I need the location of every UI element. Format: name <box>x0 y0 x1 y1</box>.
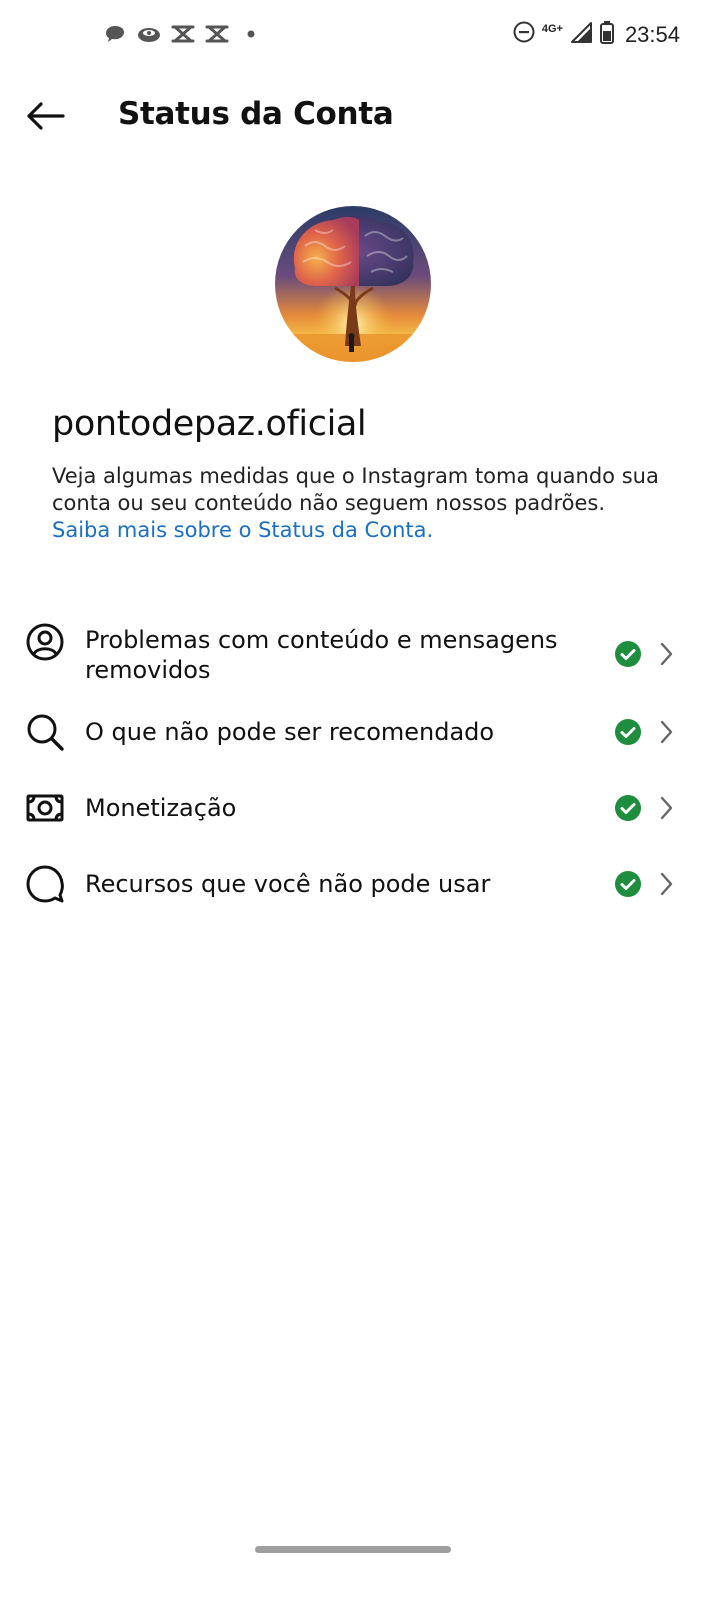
app-bar: Status da Conta <box>0 80 720 152</box>
username: pontodepaz.oficial <box>52 404 367 444</box>
arrow-left-icon <box>27 102 65 130</box>
profile-avatar <box>275 206 431 362</box>
check-circle-icon <box>615 871 641 897</box>
battery-icon <box>599 20 615 49</box>
chevron-right-icon <box>660 642 673 666</box>
dot-icon <box>239 22 263 46</box>
status-item-label: Monetização <box>85 794 237 822</box>
do-not-disturb-icon <box>512 20 536 49</box>
page-title: Status da Conta <box>118 96 394 132</box>
capcut-icon <box>171 22 195 46</box>
chevron-right-icon <box>660 796 673 820</box>
back-button[interactable] <box>22 96 68 136</box>
account-status-description: Veja algumas medidas que o Instagram tom… <box>52 463 672 544</box>
home-indicator[interactable] <box>255 1546 451 1553</box>
learn-more-link[interactable]: Saiba mais sobre o Status da Conta. <box>52 517 672 544</box>
check-circle-icon <box>615 719 641 745</box>
check-circle-icon <box>615 795 641 821</box>
chat-bubble-icon <box>103 22 127 46</box>
chevron-right-icon <box>660 720 673 744</box>
chevron-right-icon <box>660 872 673 896</box>
speech-bubble-icon <box>24 863 66 905</box>
user-circle-icon <box>24 621 66 663</box>
status-item-removed-content[interactable]: Problemas com conteúdo e mensagens remov… <box>0 612 720 684</box>
notification-icons <box>103 22 263 46</box>
eye-cloud-icon <box>137 22 161 46</box>
status-item-features[interactable]: Recursos que você não pode usar <box>0 852 720 916</box>
status-item-monetization[interactable]: Monetização <box>0 776 720 840</box>
network-type: 4G+ <box>541 22 563 35</box>
search-icon <box>24 711 66 753</box>
status-item-not-recommended[interactable]: O que não pode ser recomendado <box>0 700 720 764</box>
description-text: Veja algumas medidas que o Instagram tom… <box>52 464 659 515</box>
status-item-label: O que não pode ser recomendado <box>85 718 495 746</box>
system-indicators: 4G+ 23:54 <box>512 20 680 49</box>
status-item-label: Problemas com conteúdo e mensagens remov… <box>85 626 558 684</box>
money-icon <box>24 787 66 829</box>
clock: 23:54 <box>624 21 680 47</box>
signal-icon <box>569 20 593 49</box>
status-item-label: Recursos que você não pode usar <box>85 870 491 898</box>
capcut-icon <box>205 22 229 46</box>
check-circle-icon <box>615 641 641 667</box>
status-bar: 4G+ 23:54 <box>0 0 720 70</box>
